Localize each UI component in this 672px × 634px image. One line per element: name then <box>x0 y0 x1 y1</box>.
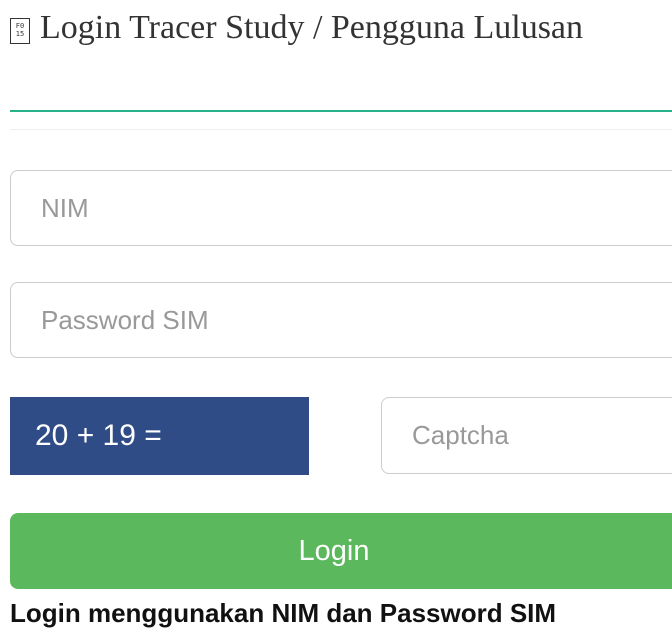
page-title-text: Login Tracer Study / Pengguna Lulusan <box>40 9 584 46</box>
title-divider <box>10 110 672 112</box>
form-icon: F0 15 <box>10 18 30 44</box>
login-button[interactable]: Login <box>10 513 672 589</box>
section-divider <box>10 129 672 130</box>
login-hint: Login menggunakan NIM dan Password SIM <box>10 598 557 628</box>
captcha-input[interactable] <box>381 397 672 474</box>
page-title: F0 15 Login Tracer Study / Pengguna Lulus… <box>10 8 650 48</box>
login-page: F0 15 Login Tracer Study / Pengguna Lulus… <box>0 0 672 634</box>
captcha-question: 20 + 19 = <box>10 397 309 475</box>
password-input[interactable] <box>10 282 672 358</box>
nim-input[interactable] <box>10 170 672 246</box>
